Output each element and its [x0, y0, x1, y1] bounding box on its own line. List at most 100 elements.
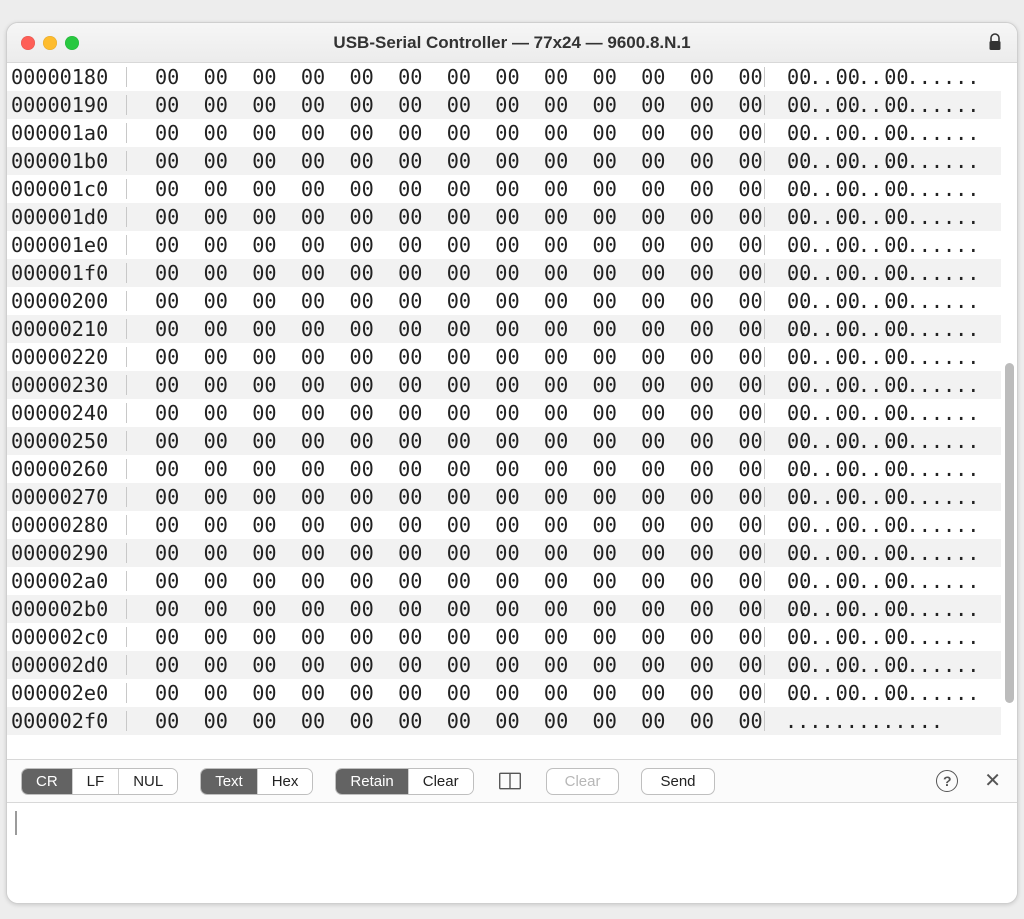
- window-controls: [7, 36, 79, 50]
- hex-row: 0000018000 00 00 00 00 00 00 00 00 00 00…: [7, 63, 1001, 91]
- hex-row: 0000019000 00 00 00 00 00 00 00 00 00 00…: [7, 91, 1001, 119]
- hex-cell: 00 00 00 00 00 00 00 00 00 00 00 00 00 0…: [127, 179, 765, 199]
- scrollbar[interactable]: [1003, 63, 1015, 759]
- hex-row: 0000026000 00 00 00 00 00 00 00 00 00 00…: [7, 455, 1001, 483]
- hex-cell: 00 00 00 00 00 00 00 00 00 00 00 00 00 0…: [127, 403, 765, 423]
- offset-cell: 00000190: [7, 95, 127, 115]
- ascii-cell: ................: [765, 235, 1001, 255]
- offset-cell: 00000280: [7, 515, 127, 535]
- offset-cell: 00000290: [7, 543, 127, 563]
- hex-row: 0000022000 00 00 00 00 00 00 00 00 00 00…: [7, 343, 1001, 371]
- hex-row: 000002e000 00 00 00 00 00 00 00 00 00 00…: [7, 679, 1001, 707]
- ascii-cell: ................: [765, 291, 1001, 311]
- hex-cell: 00 00 00 00 00 00 00 00 00 00 00 00 00 0…: [127, 67, 765, 87]
- clear-output-button[interactable]: Clear: [546, 768, 620, 795]
- offset-cell: 00000180: [7, 67, 127, 87]
- offset-cell: 00000230: [7, 375, 127, 395]
- offset-cell: 00000250: [7, 431, 127, 451]
- window-close-button[interactable]: [21, 36, 35, 50]
- ascii-cell: ................: [765, 207, 1001, 227]
- hex-cell: 00 00 00 00 00 00 00 00 00 00 00 00 00 0…: [127, 543, 765, 563]
- ascii-cell: ................: [765, 319, 1001, 339]
- hex-row: 0000025000 00 00 00 00 00 00 00 00 00 00…: [7, 427, 1001, 455]
- hex-row: 0000028000 00 00 00 00 00 00 00 00 00 00…: [7, 511, 1001, 539]
- hex-row: 000001c000 00 00 00 00 00 00 00 00 00 00…: [7, 175, 1001, 203]
- offset-cell: 000001d0: [7, 207, 127, 227]
- offset-cell: 00000270: [7, 487, 127, 507]
- offset-cell: 00000240: [7, 403, 127, 423]
- ascii-cell: ................: [765, 179, 1001, 199]
- help-icon[interactable]: ?: [934, 768, 960, 794]
- hex-cell: 00 00 00 00 00 00 00 00 00 00 00 00 00 0…: [127, 151, 765, 171]
- hex-cell: 00 00 00 00 00 00 00 00 00 00 00 00 00 0…: [127, 459, 765, 479]
- ascii-cell: ................: [765, 599, 1001, 619]
- hex-cell: 00 00 00 00 00 00 00 00 00 00 00 00 00 0…: [127, 487, 765, 507]
- line-ending-option-cr[interactable]: CR: [22, 769, 72, 794]
- lock-icon[interactable]: [987, 33, 1003, 53]
- encoding-option-hex[interactable]: Hex: [257, 769, 313, 794]
- hex-row: 000002f000 00 00 00 00 00 00 00 00 00 00…: [7, 707, 1001, 735]
- hex-cell: 00 00 00 00 00 00 00 00 00 00 00 00 00 0…: [127, 599, 765, 619]
- ascii-cell: ................: [765, 263, 1001, 283]
- ascii-cell: ................: [765, 459, 1001, 479]
- offset-cell: 000002c0: [7, 627, 127, 647]
- offset-cell: 000002f0: [7, 711, 127, 731]
- offset-cell: 000002b0: [7, 599, 127, 619]
- ascii-cell: ................: [765, 571, 1001, 591]
- ascii-cell: ................: [765, 95, 1001, 115]
- hex-dump[interactable]: 0000018000 00 00 00 00 00 00 00 00 00 00…: [7, 63, 1001, 759]
- hex-row: 000001e000 00 00 00 00 00 00 00 00 00 00…: [7, 231, 1001, 259]
- hex-row: 000002b000 00 00 00 00 00 00 00 00 00 00…: [7, 595, 1001, 623]
- mode-option-clear[interactable]: Clear: [408, 769, 473, 794]
- hex-row: 0000029000 00 00 00 00 00 00 00 00 00 00…: [7, 539, 1001, 567]
- hex-cell: 00 00 00 00 00 00 00 00 00 00 00 00 00 0…: [127, 95, 765, 115]
- ascii-cell: ................: [765, 655, 1001, 675]
- hex-cell: 00 00 00 00 00 00 00 00 00 00 00 00 00 0…: [127, 375, 765, 395]
- hex-cell: 00 00 00 00 00 00 00 00 00 00 00 00 00 0…: [127, 263, 765, 283]
- hex-row: 000002c000 00 00 00 00 00 00 00 00 00 00…: [7, 623, 1001, 651]
- offset-cell: 000001b0: [7, 151, 127, 171]
- mode-segment: RetainClear: [335, 768, 473, 795]
- hex-row: 000001d000 00 00 00 00 00 00 00 00 00 00…: [7, 203, 1001, 231]
- hex-row: 000002d000 00 00 00 00 00 00 00 00 00 00…: [7, 651, 1001, 679]
- mode-option-retain[interactable]: Retain: [336, 769, 407, 794]
- offset-cell: 00000210: [7, 319, 127, 339]
- hex-cell: 00 00 00 00 00 00 00 00 00 00 00 00 00 0…: [127, 627, 765, 647]
- hex-cell: 00 00 00 00 00 00 00 00 00 00 00 00 00 0…: [127, 571, 765, 591]
- window-minimize-button[interactable]: [43, 36, 57, 50]
- close-icon[interactable]: ✕: [982, 769, 1003, 793]
- send-button[interactable]: Send: [641, 768, 714, 795]
- ascii-cell: ................: [765, 627, 1001, 647]
- offset-cell: 000001c0: [7, 179, 127, 199]
- window-title: USB-Serial Controller — 77x24 — 9600.8.N…: [7, 33, 1017, 53]
- ascii-cell: ................: [765, 431, 1001, 451]
- hex-row: 000001f000 00 00 00 00 00 00 00 00 00 00…: [7, 259, 1001, 287]
- ascii-cell: ................: [765, 151, 1001, 171]
- encoding-option-text[interactable]: Text: [201, 769, 257, 794]
- ascii-cell: ................: [765, 515, 1001, 535]
- hex-cell: 00 00 00 00 00 00 00 00 00 00 00 00 00 0…: [127, 655, 765, 675]
- offset-cell: 000001a0: [7, 123, 127, 143]
- line-ending-segment: CRLFNUL: [21, 768, 178, 795]
- ascii-cell: ................: [765, 67, 1001, 87]
- offset-cell: 00000260: [7, 459, 127, 479]
- hex-row: 0000024000 00 00 00 00 00 00 00 00 00 00…: [7, 399, 1001, 427]
- offset-cell: 000002d0: [7, 655, 127, 675]
- hex-cell: 00 00 00 00 00 00 00 00 00 00 00 00 00 0…: [127, 291, 765, 311]
- ascii-cell: ................: [765, 375, 1001, 395]
- hex-cell: 00 00 00 00 00 00 00 00 00 00 00 00 00 0…: [127, 207, 765, 227]
- hex-cell: 00 00 00 00 00 00 00 00 00 00 00 00 00 0…: [127, 235, 765, 255]
- send-input[interactable]: [7, 803, 1017, 903]
- line-ending-option-lf[interactable]: LF: [72, 769, 119, 794]
- hex-row: 0000027000 00 00 00 00 00 00 00 00 00 00…: [7, 483, 1001, 511]
- ascii-cell: ................: [765, 683, 1001, 703]
- bookmarks-icon[interactable]: [496, 769, 524, 793]
- hex-dump-panel: 0000018000 00 00 00 00 00 00 00 00 00 00…: [7, 63, 1017, 759]
- window-zoom-button[interactable]: [65, 36, 79, 50]
- hex-cell: 00 00 00 00 00 00 00 00 00 00 00 00 00 0…: [127, 515, 765, 535]
- scrollbar-thumb[interactable]: [1005, 363, 1014, 703]
- hex-row: 000001a000 00 00 00 00 00 00 00 00 00 00…: [7, 119, 1001, 147]
- hex-row: 000002a000 00 00 00 00 00 00 00 00 00 00…: [7, 567, 1001, 595]
- line-ending-option-nul[interactable]: NUL: [118, 769, 177, 794]
- offset-cell: 00000220: [7, 347, 127, 367]
